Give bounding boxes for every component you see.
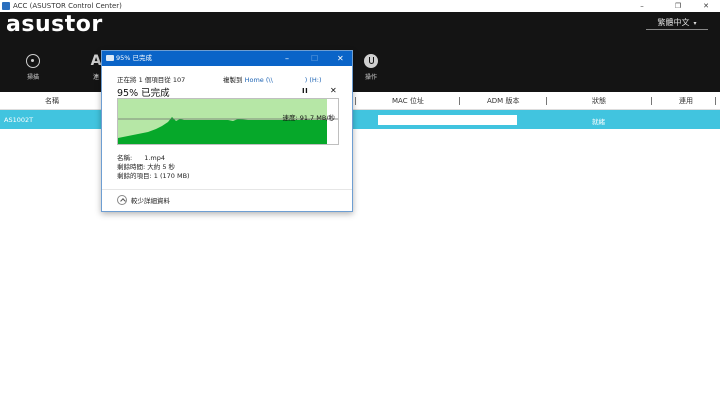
nav-operate[interactable]: 操作: [351, 54, 391, 81]
dialog-close-button[interactable]: ✕: [337, 51, 344, 66]
device-name: AS1002T: [4, 116, 34, 124]
col-name[interactable]: 名稱: [45, 96, 59, 106]
col-mac[interactable]: MAC 位址: [392, 96, 424, 106]
copy-to-label: 複製到: [223, 76, 243, 84]
column-divider: [459, 97, 460, 105]
copy-destination: 複製到 Home (\\ ) (H:): [223, 74, 322, 84]
language-select[interactable]: 繁體中文 ▾: [646, 16, 708, 30]
column-divider: [546, 97, 547, 105]
destination-link[interactable]: Home (\\: [245, 76, 273, 84]
progress-description: 正在將 1 個項目從 107 複製到 Home (\\ ) (H:): [117, 74, 322, 84]
less-details-label: 較少詳細資料: [131, 197, 170, 205]
window-title: ACC (ASUSTOR Control Center): [13, 2, 122, 10]
power-icon: [364, 54, 378, 68]
dialog-minimize-button[interactable]: –: [285, 51, 289, 66]
dialog-title: 95% 已完成: [116, 54, 153, 62]
transfer-speed-graph: 速度: 91.7 MB/秒: [117, 98, 339, 145]
col-status[interactable]: 狀態: [592, 96, 606, 106]
progress-text: 正在將 1 個項目從 107: [117, 76, 186, 84]
window-title-bar: ACC (ASUSTOR Control Center) – ❐ ✕: [0, 0, 720, 12]
col-adm-version[interactable]: ADM 版本: [487, 96, 519, 106]
close-button[interactable]: ✕: [692, 0, 720, 12]
copy-progress-dialog: 95% 已完成 – ☐ ✕ 正在將 1 個項目從 107 複製到 Home (\…: [101, 50, 353, 212]
folder-icon: [106, 55, 114, 61]
less-details-button[interactable]: 較少詳細資料: [117, 195, 170, 205]
nav-adm-label: 連: [92, 74, 99, 81]
restore-button[interactable]: ❐: [664, 0, 692, 12]
dialog-maximize-button[interactable]: ☐: [311, 51, 318, 66]
destination-drive[interactable]: ) (H:): [305, 76, 322, 84]
dialog-divider: [102, 189, 352, 190]
device-status: 就緒: [592, 118, 605, 126]
dialog-title-bar: 95% 已完成 – ☐ ✕: [102, 51, 352, 66]
app-icon: [2, 2, 10, 10]
scan-icon: [26, 54, 40, 68]
chevron-down-icon: ▾: [693, 20, 697, 27]
nav-scan-label: 掃描: [26, 74, 39, 81]
speed-readout: 速度: 91.7 MB/秒: [282, 114, 335, 122]
col-usage[interactable]: 連用: [679, 96, 693, 106]
column-divider: [651, 97, 652, 105]
language-value: 繁體中文: [657, 18, 690, 27]
nav-operate-label: 操作: [364, 74, 377, 81]
mac-address-redacted: [378, 115, 517, 125]
items-remaining: 剩餘的項目: 1 (170 MB): [117, 172, 190, 180]
pause-button[interactable]: II: [302, 87, 308, 95]
cancel-copy-button[interactable]: ✕: [330, 86, 337, 95]
nav-scan[interactable]: 掃描: [13, 54, 53, 81]
percent-complete: 95% 已完成: [117, 88, 170, 99]
column-divider: [355, 97, 356, 105]
column-divider: [715, 97, 716, 105]
minimize-button[interactable]: –: [628, 0, 656, 12]
asustor-logo: asustor: [6, 12, 103, 37]
chevron-up-icon: [117, 195, 127, 205]
